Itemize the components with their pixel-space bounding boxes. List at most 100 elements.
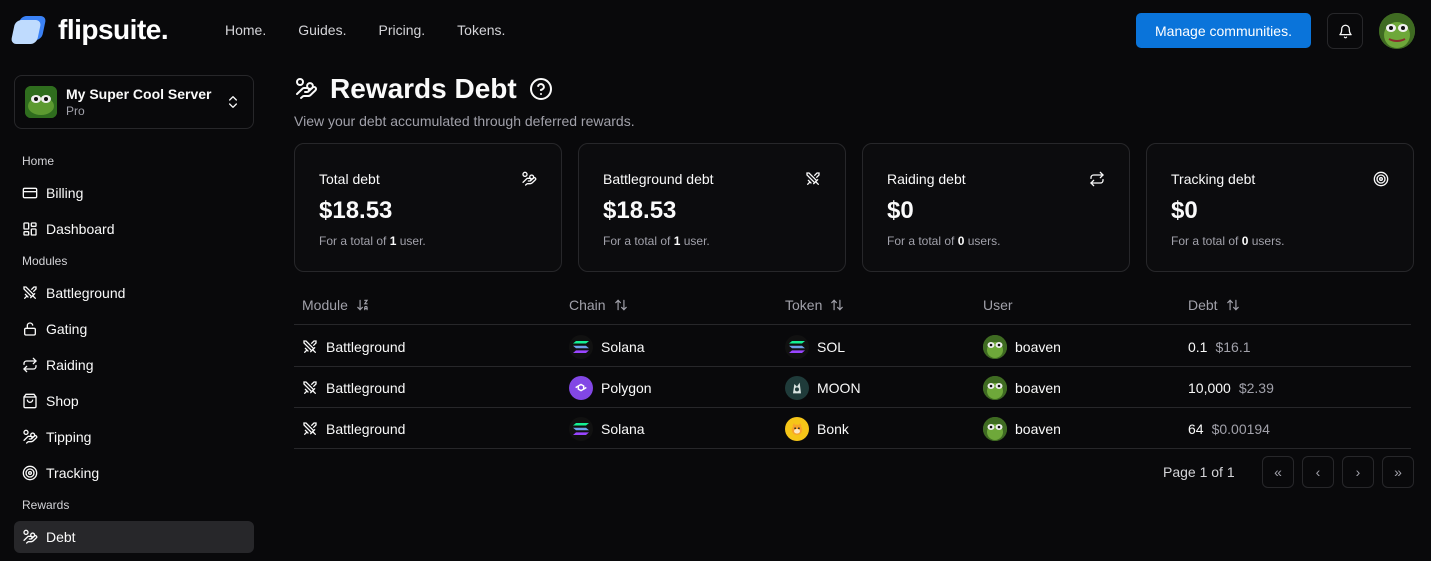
nav-link-home[interactable]: Home. — [225, 22, 266, 38]
chevrons-right-icon: » — [1394, 464, 1402, 480]
sidebar-item-shop[interactable]: Shop — [14, 385, 254, 417]
frog-server-icon — [25, 86, 57, 118]
table-row[interactable]: Battleground Solana Bonk boaven 64 $0.001… — [294, 408, 1411, 449]
table-header: Module Chain Token User Debt — [294, 285, 1411, 325]
swords-icon — [303, 381, 317, 394]
repeat-icon — [23, 357, 37, 373]
sidebar-item-label: Gating — [46, 321, 88, 337]
help-circle-icon[interactable] — [529, 77, 553, 101]
swords-icon — [303, 422, 317, 435]
notifications-button[interactable] — [1327, 13, 1363, 49]
card-note: For a total of 0 users. — [887, 234, 1001, 248]
server-plan: Pro — [66, 104, 85, 118]
cell-debt: 64 $0.00194 — [1188, 421, 1270, 437]
page-title: Rewards Debt — [330, 73, 517, 104]
nav-link-tokens[interactable]: Tokens. — [457, 22, 505, 38]
column-header-debt[interactable]: Debt — [1188, 297, 1240, 313]
sol-token-icon — [789, 341, 805, 353]
cell-user: boaven — [983, 417, 1061, 441]
server-avatar — [25, 86, 57, 118]
column-header-token[interactable]: Token — [785, 297, 844, 313]
sidebar-item-battleground[interactable]: Battleground — [14, 277, 254, 309]
sidebar-item-label: Debt — [46, 529, 76, 545]
sidebar-item-label: Billing — [46, 185, 84, 201]
page-subtitle: View your debt accumulated through defer… — [294, 113, 635, 129]
polygon-icon — [575, 383, 587, 392]
hand-coins-icon — [296, 78, 317, 99]
card-title: Tracking debt — [1171, 171, 1256, 187]
first-page-button[interactable]: « — [1262, 456, 1294, 488]
stat-card-battleground: Battleground debt $18.53 For a total of … — [578, 143, 846, 272]
card-value: $18.53 — [319, 197, 393, 224]
lock-icon — [24, 322, 36, 336]
nav-links: Home. Guides. Pricing. Tokens. — [225, 22, 537, 38]
column-header-chain[interactable]: Chain — [569, 297, 628, 313]
sidebar-item-tipping[interactable]: Tipping — [14, 421, 254, 453]
cell-chain: Polygon — [569, 376, 652, 400]
cell-module: Battleground — [302, 338, 405, 356]
nav-link-pricing[interactable]: Pricing. — [378, 22, 425, 38]
cell-debt: 10,000 $2.39 — [1188, 380, 1274, 396]
frog-avatar-icon — [1379, 13, 1415, 49]
last-page-button[interactable]: » — [1382, 456, 1414, 488]
sidebar-item-raiding[interactable]: Raiding — [14, 349, 254, 381]
cell-module: Battleground — [302, 420, 405, 438]
sidebar-item-gating[interactable]: Gating — [14, 313, 254, 345]
cell-user: boaven — [983, 335, 1061, 359]
nav-link-guides[interactable]: Guides. — [298, 22, 346, 38]
sidebar-item-debt[interactable]: Debt — [14, 521, 254, 553]
chevrons-up-down-icon — [229, 96, 237, 108]
table-row[interactable]: Battleground Polygon MOON boaven 10,000 $… — [294, 367, 1411, 408]
card-value: $18.53 — [603, 197, 677, 224]
card-title: Raiding debt — [887, 171, 966, 187]
page-header: Rewards Debt — [294, 73, 553, 105]
sidebar-item-dashboard[interactable]: Dashboard — [14, 213, 254, 245]
sidebar-item-label: Dashboard — [46, 221, 115, 237]
cell-module: Battleground — [302, 379, 405, 397]
card-value: $0 — [887, 197, 914, 224]
sidebar-section-modules: Modules — [22, 254, 68, 268]
pagination-status: Page 1 of 1 — [1163, 464, 1235, 480]
manage-communities-button[interactable]: Manage communities. — [1136, 13, 1311, 48]
sort-arrows-icon — [831, 299, 844, 311]
chevron-right-icon: › — [1355, 464, 1361, 480]
sidebar-section-home: Home — [22, 154, 55, 168]
sort-arrows-icon — [614, 299, 627, 311]
user-avatar[interactable] — [1379, 13, 1415, 49]
sidebar-item-label: Battleground — [46, 285, 126, 301]
card-note: For a total of 1 user. — [319, 234, 426, 248]
chevrons-left-icon: « — [1274, 464, 1282, 480]
moon-token-icon — [793, 382, 801, 394]
sidebar-item-label: Raiding — [46, 357, 94, 373]
dashboard-icon — [23, 222, 37, 236]
cell-chain: Solana — [569, 335, 645, 359]
frog-user-avatar — [983, 335, 1007, 359]
swords-icon — [23, 286, 37, 299]
table-row[interactable]: Battleground Solana SOL boaven 0.1 $16.1 — [294, 326, 1411, 367]
sort-alpha-icon — [357, 299, 369, 311]
column-header-module[interactable]: Module — [302, 297, 370, 313]
next-page-button[interactable]: › — [1342, 456, 1374, 488]
sidebar-item-label: Shop — [46, 393, 79, 409]
sidebar-item-tracking[interactable]: Tracking — [14, 457, 254, 489]
sidebar-item-label: Tracking — [46, 465, 100, 481]
chevron-left-icon: ‹ — [1315, 464, 1321, 480]
cell-token: SOL — [785, 335, 845, 359]
card-note: For a total of 1 user. — [603, 234, 710, 248]
stat-card-raiding: Raiding debt $0 For a total of 0 users. — [862, 143, 1130, 272]
sidebar-item-billing[interactable]: Billing — [14, 177, 254, 209]
server-name: My Super Cool Server — [66, 86, 212, 102]
sidebar-item-label: Tipping — [46, 429, 92, 445]
card-value: $0 — [1171, 197, 1198, 224]
prev-page-button[interactable]: ‹ — [1302, 456, 1334, 488]
cell-token: Bonk — [785, 417, 849, 441]
solana-icon — [573, 423, 589, 435]
server-selector[interactable]: My Super Cool Server Pro — [14, 75, 254, 129]
stat-card-tracking: Tracking debt $0 For a total of 0 users. — [1146, 143, 1414, 272]
logo-text: flipsuite. — [58, 14, 169, 45]
bell-icon — [1338, 24, 1352, 38]
top-navbar: flipsuite. Home. Guides. Pricing. Tokens… — [0, 0, 1431, 62]
column-header-user: User — [983, 297, 1013, 313]
logo[interactable]: flipsuite. — [10, 14, 169, 46]
shopping-bag-icon — [23, 393, 37, 409]
